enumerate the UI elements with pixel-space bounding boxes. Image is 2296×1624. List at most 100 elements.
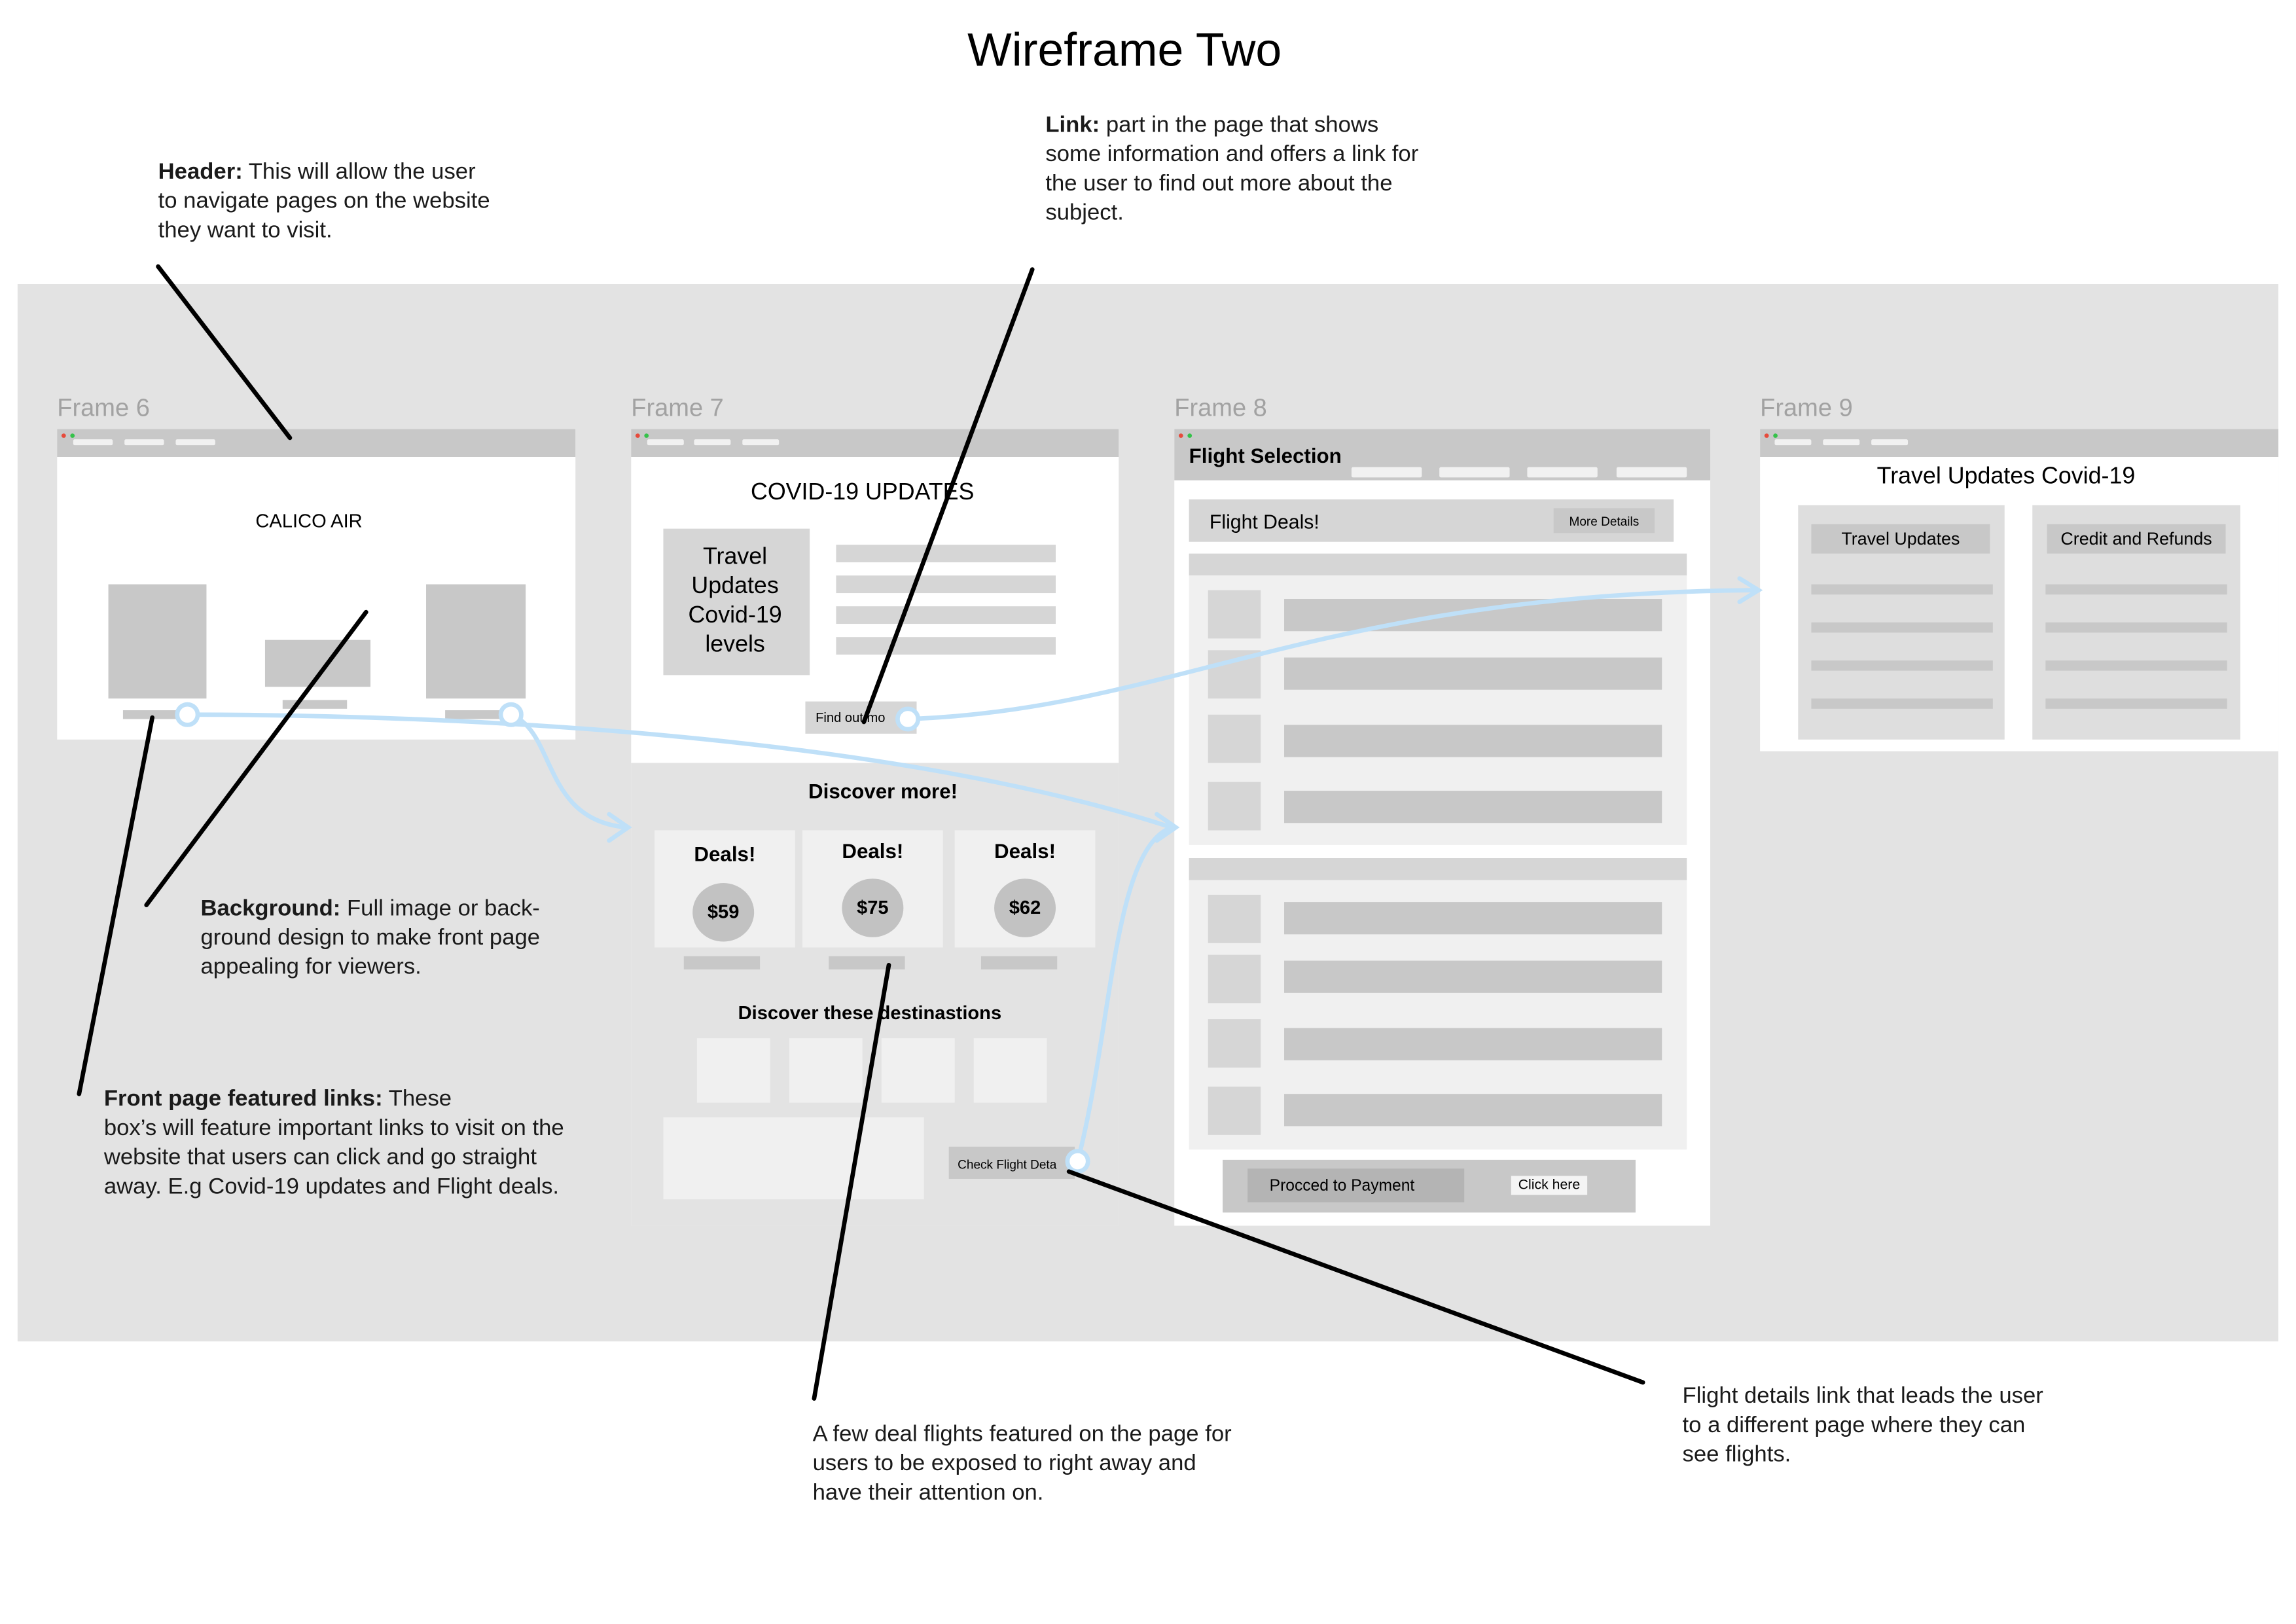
credit-refunds-column: Credit and Refunds [2032, 505, 2240, 740]
covid-updates-heading: COVID-19 UPDATES [750, 480, 975, 505]
flight-row[interactable] [1284, 902, 1662, 935]
featured-link-caption[interactable] [445, 710, 510, 719]
flight-thumbnail [1208, 650, 1261, 699]
nav-item[interactable] [1823, 439, 1860, 446]
nav-item[interactable] [73, 439, 113, 446]
nav-item[interactable] [647, 439, 684, 446]
travel-updates-heading: Travel Updates Covid-19 [1876, 464, 2136, 490]
nav-item[interactable] [1871, 439, 1909, 446]
destination-tile[interactable] [696, 1038, 770, 1103]
text-line-placeholder [2045, 698, 2227, 709]
flight-thumbnail [1208, 954, 1261, 1003]
maximize-dot-icon [70, 433, 75, 438]
destination-tile[interactable] [973, 1038, 1047, 1103]
deal-card[interactable]: Deals! $62 [954, 830, 1096, 948]
text-line-placeholder [836, 606, 1056, 624]
frame-8-label: Frame 8 [1174, 393, 1267, 422]
find-out-more-button[interactable]: Find out mo [805, 701, 917, 734]
proceed-to-payment-button[interactable]: Procced to Payment [1247, 1168, 1465, 1202]
destination-banner[interactable] [663, 1117, 924, 1200]
flight-row[interactable] [1284, 1094, 1662, 1127]
brand-name: CALICO AIR [255, 509, 363, 532]
featured-link-box[interactable] [426, 584, 526, 699]
maximize-dot-icon [644, 433, 649, 438]
deal-caption[interactable] [829, 956, 905, 970]
deal-card[interactable]: Deals! $75 [802, 830, 943, 948]
nav-item[interactable] [1527, 467, 1598, 478]
deal-price: $59 [692, 883, 755, 942]
nav-item[interactable] [175, 439, 215, 446]
travel-updates-card-text: Travel Updates Covid-19 levels [688, 545, 782, 658]
close-dot-icon [1178, 433, 1183, 438]
header-annotation-bold: Header: [158, 159, 243, 185]
text-line-placeholder [836, 575, 1056, 594]
travel-updates-button[interactable]: Travel Updates [1811, 524, 1990, 554]
flight-row[interactable] [1284, 960, 1662, 993]
destination-tile[interactable] [881, 1038, 955, 1103]
deal-caption[interactable] [683, 956, 761, 970]
deal-label: Deals! [994, 839, 1056, 863]
text-line-placeholder [1811, 660, 1993, 671]
background-annotation-bold: Background: [200, 896, 341, 922]
nav-item[interactable] [124, 439, 164, 446]
more-details-button[interactable]: More Details [1553, 508, 1655, 533]
flight-row[interactable] [1284, 725, 1662, 757]
frame-7: COVID-19 UPDATES Travel Updates Covid-19… [631, 429, 1119, 1226]
text-line-placeholder [1811, 622, 1993, 633]
text-line-placeholder [2045, 622, 2227, 633]
deal-card[interactable]: Deals! $59 [655, 830, 795, 948]
image-caption [282, 700, 348, 709]
nav-item[interactable] [1439, 467, 1510, 478]
credit-refunds-button[interactable]: Credit and Refunds [2047, 524, 2226, 554]
travel-updates-label: Travel Updates [1841, 528, 1960, 549]
flight-thumbnail [1208, 1019, 1261, 1068]
frame-6: CALICO AIR [57, 429, 576, 740]
more-details-label: More Details [1569, 514, 1640, 529]
destinations-heading: Discover these destinastions [738, 1001, 1002, 1024]
text-line-placeholder [1811, 698, 1993, 709]
frame-8: Flight Selection Flight Deals! More Deta… [1174, 429, 1711, 1226]
flight-row[interactable] [1284, 599, 1662, 632]
list-header [1189, 553, 1687, 576]
wireframe-board: Wireframe Two Header: This will allow th… [0, 0, 2296, 1624]
deals-annotation: A few deal flights featured on the page … [812, 1422, 1232, 1506]
credit-refunds-label: Credit and Refunds [2060, 528, 2212, 549]
frame-7-label: Frame 7 [631, 393, 724, 422]
flight-selection-heading: Flight Selection [1189, 443, 1342, 467]
nav-item[interactable] [1774, 439, 1812, 446]
travel-updates-card[interactable]: Travel Updates Covid-19 levels [663, 528, 810, 676]
featured-links-annotation-bold: Front page featured links: [103, 1087, 383, 1112]
deal-caption[interactable] [980, 956, 1058, 970]
frame-6-label: Frame 6 [57, 393, 150, 422]
nav-item[interactable] [742, 439, 780, 446]
flight-row[interactable] [1284, 1028, 1662, 1060]
background-annotation: Background: Full image or back- ground d… [200, 895, 610, 983]
nav-item[interactable] [1351, 467, 1422, 478]
proceed-to-payment-label: Procced to Payment [1269, 1177, 1415, 1195]
maximize-dot-icon [1187, 433, 1193, 438]
frame-8-header-bar: Flight Selection [1174, 429, 1711, 480]
click-here-button[interactable]: Click here [1511, 1176, 1588, 1195]
nav-item[interactable] [694, 439, 731, 446]
nav-item[interactable] [1616, 467, 1687, 478]
frame-9: Travel Updates Covid-19 Travel Updates C… [1760, 429, 2279, 751]
flight-thumbnail [1208, 590, 1261, 639]
flight-list [1189, 575, 1687, 845]
click-here-label: Click here [1518, 1177, 1581, 1194]
featured-link-caption[interactable] [122, 710, 188, 719]
featured-link-box[interactable] [108, 584, 207, 699]
flight-row[interactable] [1284, 657, 1662, 690]
check-flight-details-label: Check Flight Deta [958, 1157, 1057, 1172]
link-annotation-text: part in the page that shows some informa… [1045, 113, 1419, 226]
payment-bar: Procced to Payment Click here [1223, 1159, 1636, 1213]
flight-thumbnail [1208, 1087, 1261, 1135]
text-line-placeholder [836, 637, 1056, 655]
flight-deals-label: Flight Deals! [1209, 511, 1319, 533]
flight-row[interactable] [1284, 791, 1662, 823]
flight-list [1189, 880, 1687, 1150]
destination-tile[interactable] [789, 1038, 863, 1103]
flight-deals-bar: Flight Deals! More Details [1189, 499, 1674, 542]
background-image-placeholder [264, 640, 371, 687]
text-line-placeholder [836, 545, 1056, 563]
check-flight-details-button[interactable]: Check Flight Deta [948, 1146, 1075, 1179]
